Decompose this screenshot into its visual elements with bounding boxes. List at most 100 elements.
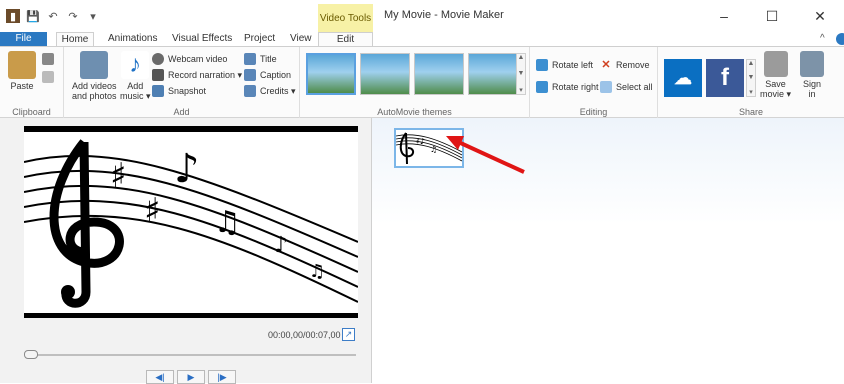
save-icon[interactable]: 💾: [26, 9, 40, 23]
snapshot-icon: [152, 85, 164, 97]
expand-icon[interactable]: ↗: [342, 328, 355, 341]
redo-icon[interactable]: ↷: [66, 9, 80, 23]
collapse-ribbon-icon[interactable]: ^: [820, 33, 825, 44]
share-group: ☁ f ▲ ▼ ▾ Save movie ▾ Sign in Share: [658, 47, 844, 119]
remove-icon: ✕: [601, 59, 611, 71]
theme-thumbnail[interactable]: [414, 53, 464, 95]
svg-text:♫: ♫: [309, 261, 325, 282]
onedrive-icon[interactable]: ☁: [664, 59, 702, 97]
playback-controls: ◀| ▶ |▶: [146, 370, 236, 384]
app-icon[interactable]: ▮: [6, 9, 20, 23]
add-videos-label-2: and photos: [72, 91, 117, 101]
tab-file[interactable]: File: [0, 32, 47, 46]
save-movie-icon: [763, 51, 788, 77]
seek-slider[interactable]: [26, 354, 356, 356]
editing-group-label: Editing: [579, 107, 608, 117]
title-icon: [244, 53, 256, 65]
sign-in-button[interactable]: Sign in: [800, 51, 824, 99]
rotate-left-icon: [536, 59, 548, 71]
copy-icon: [42, 71, 54, 83]
red-arrow-annotation: [446, 136, 525, 174]
caption-button[interactable]: Caption: [244, 69, 291, 81]
svg-text:♫: ♫: [430, 145, 437, 154]
select-all-icon: [600, 81, 612, 93]
play-button[interactable]: ▶: [177, 370, 205, 384]
seek-slider-thumb[interactable]: [24, 350, 38, 359]
sign-in-icon: [800, 51, 824, 77]
share-gallery-scroller[interactable]: ▲ ▼ ▾: [746, 59, 756, 97]
quick-access-toolbar: ▮ 💾 ↶ ↷ ▾: [6, 9, 100, 23]
svg-text:♫: ♫: [214, 205, 241, 240]
snapshot-button[interactable]: Snapshot: [152, 85, 206, 97]
tab-project[interactable]: Project: [240, 32, 279, 46]
rotate-left-button[interactable]: Rotate left: [536, 59, 593, 71]
add-videos-icon: [80, 51, 109, 79]
tab-edit[interactable]: Edit: [318, 32, 373, 46]
themes-gallery-scroller[interactable]: ▲ ▼ ▾: [516, 53, 526, 95]
svg-text:♪: ♪: [174, 146, 200, 192]
clipboard-group: Paste Clipboard: [0, 47, 64, 119]
preview-image: ♯ ♯ ♪ ♫ ♪ ♫: [24, 132, 358, 313]
add-videos-label: Add videos: [72, 81, 117, 91]
close-button[interactable]: ✕: [796, 0, 844, 32]
webcam-video-button[interactable]: Webcam video: [152, 53, 227, 65]
caption-label: Caption: [260, 70, 292, 80]
facebook-icon[interactable]: f: [706, 59, 744, 97]
maximize-button[interactable]: ☐: [748, 0, 796, 32]
editing-group: Rotate left Rotate right ✕ Remove Select …: [530, 47, 658, 119]
tab-view[interactable]: View: [286, 32, 316, 46]
paste-label: Paste: [10, 81, 34, 91]
copy-button[interactable]: [42, 71, 58, 83]
music-notes-image: ♯ ♯ ♪ ♫ ♪ ♫: [24, 139, 358, 308]
ribbon: Paste Clipboard Add videos and photos ♪ …: [0, 46, 844, 119]
credits-button[interactable]: Credits ▾: [244, 85, 296, 97]
title-label: Title: [260, 54, 277, 64]
paste-button[interactable]: Paste: [8, 51, 36, 91]
window-title: My Movie - Movie Maker: [384, 9, 504, 21]
next-frame-button[interactable]: |▶: [208, 370, 236, 384]
rotate-right-button[interactable]: Rotate right: [536, 81, 599, 93]
add-music-label: Add: [127, 81, 144, 91]
theme-thumbnail[interactable]: [468, 53, 518, 95]
tab-visual-effects[interactable]: Visual Effects: [168, 32, 236, 46]
sign-in-label-2: in: [808, 89, 816, 99]
add-music-button[interactable]: ♪ Add music ▾: [120, 51, 151, 101]
remove-button[interactable]: ✕ Remove: [600, 59, 649, 71]
sign-in-label: Sign: [802, 79, 821, 89]
svg-text:♯: ♯: [110, 156, 126, 196]
theme-thumbnail[interactable]: [306, 53, 356, 95]
credits-icon: [244, 85, 256, 97]
share-group-label: Share: [738, 107, 764, 117]
svg-text:♯: ♯: [144, 191, 160, 231]
tab-home[interactable]: Home: [56, 32, 94, 46]
caption-icon: [244, 69, 256, 81]
cut-button[interactable]: [42, 53, 58, 65]
customize-qat-icon[interactable]: ▾: [86, 9, 100, 23]
help-icon[interactable]: [836, 33, 844, 45]
save-movie-label: Save: [765, 79, 786, 89]
theme-thumbnail[interactable]: [360, 53, 410, 95]
add-group-label: Add: [173, 107, 190, 117]
previous-frame-button[interactable]: ◀|: [146, 370, 174, 384]
title-button[interactable]: Title: [244, 53, 277, 65]
rotate-right-label: Rotate right: [552, 82, 599, 92]
record-narration-button[interactable]: Record narration ▾: [152, 69, 242, 81]
rotate-right-icon: [536, 81, 548, 93]
save-movie-button[interactable]: Save movie ▾: [760, 51, 791, 99]
snapshot-label: Snapshot: [168, 86, 207, 96]
svg-text:♯♪: ♯♪: [416, 137, 425, 146]
narration-label: Record narration ▾: [168, 69, 243, 80]
save-movie-label-2: movie ▾: [760, 89, 792, 99]
playback-time: 00:00,00/00:07,00: [268, 330, 341, 340]
select-all-label: Select all: [616, 82, 653, 92]
minimize-button[interactable]: –: [700, 0, 748, 32]
cut-icon: [42, 53, 54, 65]
add-videos-button[interactable]: Add videos and photos: [72, 51, 117, 101]
add-music-label-2: music ▾: [120, 91, 151, 101]
webcam-label: Webcam video: [168, 54, 228, 64]
webcam-icon: [152, 53, 164, 65]
window-controls: – ☐ ✕: [700, 0, 844, 32]
tab-animations[interactable]: Animations: [104, 32, 161, 46]
undo-icon[interactable]: ↶: [46, 9, 60, 23]
select-all-button[interactable]: Select all: [600, 81, 653, 93]
